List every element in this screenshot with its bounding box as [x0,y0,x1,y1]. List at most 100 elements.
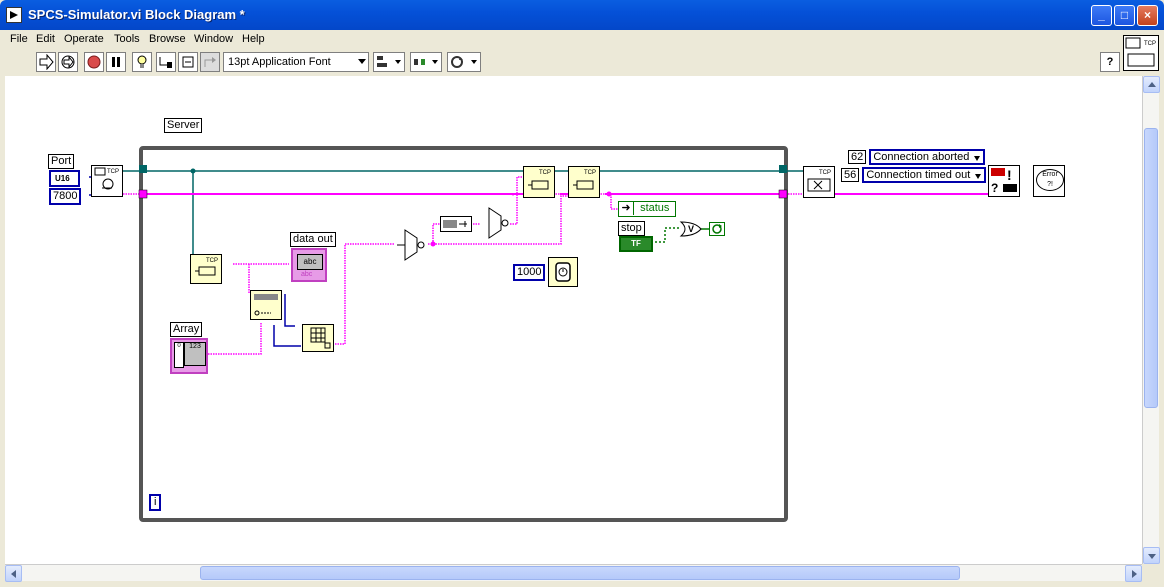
tcp-close-node[interactable]: TCP [803,166,835,198]
wait-ms-constant[interactable]: 1000 [513,264,546,281]
format-string-icon [254,294,278,316]
format-into-string-node[interactable] [250,290,282,320]
port-type-badge: U16 [55,174,70,183]
distribute-objects-dropdown[interactable] [410,52,442,72]
warning-icon: !? [991,167,1017,195]
menu-bar: File Edit Operate Tools Browse Window He… [0,30,1121,50]
error-code-2: 56 [841,168,860,182]
highlight-execution-icon [137,55,147,68]
svg-text:TCP: TCP [539,170,551,176]
array-to-spreadsheet-node[interactable] [302,324,334,352]
pause-icon [112,57,120,67]
data-out-type: abc [297,254,323,270]
vertical-scrollbar[interactable] [1142,76,1160,564]
while-loop-border [139,146,788,522]
wait-ms-node[interactable] [548,257,578,287]
clear-errors-node[interactable]: !? [988,165,1020,197]
menu-browse[interactable]: Browse [149,33,186,45]
unbundle-status-node[interactable]: ➜ status [618,201,676,217]
svg-text:TCP: TCP [206,258,218,264]
svg-text:TCP: TCP [107,169,119,175]
run-continuously-button[interactable] [58,52,78,72]
menu-file[interactable]: File [10,33,28,45]
context-help-button[interactable]: ? [1100,52,1120,72]
string-length-node[interactable] [440,216,472,232]
scroll-left-button[interactable] [5,565,22,582]
menu-tools[interactable]: Tools [114,33,140,45]
highlight-execution-button[interactable] [132,52,152,72]
error-ring-1[interactable]: 62 Connection aborted [848,149,986,165]
reorder-dropdown[interactable] [447,52,481,72]
labview-app-icon[interactable] [6,7,22,23]
abort-button[interactable] [84,52,104,72]
or-gate-node[interactable]: V [679,220,703,238]
align-icon [377,56,387,67]
font-dropdown-label: 13pt Application Font [228,56,331,68]
chevron-down-icon [358,59,366,64]
stop-label: stop [618,221,645,236]
port-label: Port [48,154,75,169]
tcp-listen-node[interactable]: TCP [91,165,123,197]
minimize-button[interactable]: _ [1091,5,1112,26]
distribute-icon [414,59,425,65]
scroll-right-button[interactable] [1125,565,1142,582]
pause-button[interactable] [106,52,126,72]
reorder-icon [451,56,463,68]
comparison-node[interactable] [479,206,513,240]
select-node[interactable] [395,228,429,262]
scroll-down-button[interactable] [1143,547,1160,564]
stop-control[interactable]: TF [619,236,653,252]
vertical-scroll-thumb[interactable] [1144,128,1158,408]
tcp-listen-icon: TCP [94,167,119,190]
run-continuous-icon [61,55,75,69]
step-into-button[interactable] [178,52,198,72]
string-length-icon [443,220,467,228]
menu-edit[interactable]: Edit [36,33,55,45]
array-element-type: 123 [184,342,206,366]
tcp-read-node[interactable]: TCP [190,254,222,284]
svg-text:?: ? [991,181,998,195]
tcp-write-node-1[interactable]: TCP [523,166,555,198]
retain-wire-values-button[interactable] [156,52,176,72]
close-button[interactable]: × [1137,5,1158,26]
title-bar: SPCS-Simulator.vi Block Diagram * _ □ × [0,0,1164,30]
arrow-right-icon: ➜ [619,202,634,215]
spreadsheet-icon [310,327,331,349]
loop-condition-terminal[interactable] [709,222,725,236]
menu-operate[interactable]: Operate [64,33,104,45]
scroll-up-button[interactable] [1143,76,1160,93]
array-index-display[interactable]: 0 [174,342,184,368]
chevron-down-icon [395,60,401,64]
data-out-type-foot: abc [301,271,313,278]
horizontal-scroll-thumb[interactable] [200,566,960,580]
error-bubble-icon: Error?! [1036,169,1064,191]
run-button[interactable] [36,52,56,72]
menu-help[interactable]: Help [242,33,265,45]
svg-text:TCP: TCP [1144,41,1156,47]
array-index-value: 0 [177,343,181,349]
block-diagram-canvas[interactable]: Server Port U16 7800 TCP TCP data out ab… [5,76,1142,564]
menu-window[interactable]: Window [194,33,233,45]
array-control[interactable]: 0 123 [170,338,208,374]
tcp-write-node-2[interactable]: TCP [568,166,600,198]
error-code-1: 62 [848,150,867,164]
stop-if-true-icon [712,224,722,234]
iteration-terminal[interactable]: i [149,494,162,511]
port-constant[interactable]: 7800 [49,188,82,205]
vi-connector-icon[interactable]: TCP [1123,35,1159,71]
font-dropdown[interactable]: 13pt Application Font [223,52,369,72]
size-grip[interactable] [1142,564,1159,581]
align-objects-dropdown[interactable] [373,52,405,72]
maximize-button[interactable]: □ [1114,5,1135,26]
simple-error-handler-node[interactable]: Error?! [1033,165,1065,197]
horizontal-scrollbar[interactable] [5,564,1142,582]
svg-text:TCP: TCP [584,170,596,176]
data-out-indicator[interactable]: abc abc [291,248,327,282]
error-ring-2[interactable]: 56 Connection timed out [841,167,987,183]
window-title: SPCS-Simulator.vi Block Diagram * [28,7,245,22]
step-out-icon [204,57,216,67]
step-out-button[interactable] [200,52,220,72]
port-control[interactable]: U16 [49,170,80,187]
error-text-2: Connection timed out [862,167,987,183]
tcp-write-icon: TCP [573,170,596,190]
